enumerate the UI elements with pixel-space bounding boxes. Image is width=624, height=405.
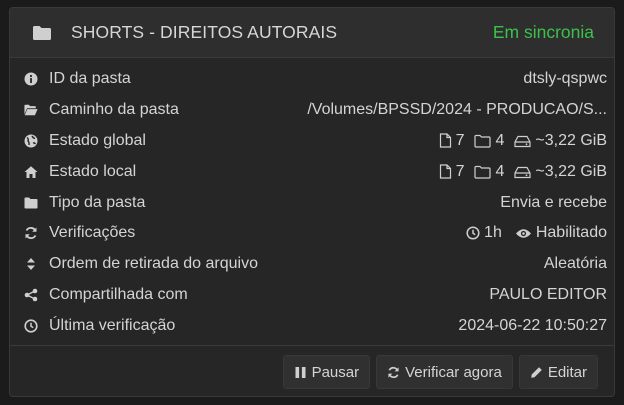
edit-button[interactable]: Editar bbox=[518, 355, 598, 389]
row-label: Última verificação bbox=[49, 316, 176, 334]
row-label: Estado global bbox=[49, 131, 146, 149]
row-global-state: Estado global 7 4 ~3,22 GiB bbox=[10, 126, 614, 157]
row-pull-order: Ordem de retirada do arquivo Aleatória bbox=[10, 249, 614, 280]
global-state-value: 7 4 ~3,22 GiB bbox=[439, 132, 607, 150]
folder-outline-icon bbox=[474, 134, 492, 148]
file-count-value: 7 bbox=[455, 131, 465, 149]
size-stat: ~3,22 GiB bbox=[514, 132, 607, 150]
file-icon bbox=[439, 133, 451, 149]
rescan-label: Verificar agora bbox=[405, 363, 502, 381]
eye-icon bbox=[515, 229, 531, 238]
pull-order-value: Aleatória bbox=[543, 255, 607, 273]
folder-id-value: dtsly-qspwc bbox=[523, 70, 607, 88]
rescan-button[interactable]: Verificar agora bbox=[376, 355, 513, 389]
globe-icon bbox=[24, 134, 38, 148]
pause-button[interactable]: Pausar bbox=[282, 355, 371, 389]
folder-icon bbox=[32, 25, 52, 41]
rescan-interval-value: 1h bbox=[484, 224, 502, 242]
folder-outline-icon bbox=[474, 165, 492, 179]
row-folder-path: Caminho da pasta /Volumes/BPSSD/2024 - P… bbox=[10, 95, 614, 126]
refresh-icon bbox=[24, 226, 38, 240]
dir-count: 4 bbox=[474, 163, 504, 181]
row-folder-id: ID da pasta dtsly-qspwc bbox=[10, 64, 614, 95]
watcher-status-value: Habilitado bbox=[535, 224, 607, 242]
file-count-value: 7 bbox=[455, 162, 465, 180]
info-icon bbox=[24, 72, 38, 86]
row-label: Ordem de retirada do arquivo bbox=[49, 255, 258, 273]
row-last-scan: Última verificação 2024-06-22 10:50:27 bbox=[10, 310, 614, 341]
share-icon bbox=[24, 288, 38, 302]
row-rescans: Verificações 1h Habilitado bbox=[10, 218, 614, 249]
folder-type-value: Envia e recebe bbox=[500, 193, 607, 211]
file-icon bbox=[439, 164, 451, 179]
clock-icon bbox=[24, 319, 38, 333]
folder-path-value: /Volumes/BPSSD/2024 - PRODUCAO/S... bbox=[307, 101, 607, 119]
sort-icon bbox=[24, 257, 38, 271]
folder-icon bbox=[24, 196, 38, 210]
row-label: ID da pasta bbox=[49, 70, 131, 88]
home-icon bbox=[24, 165, 38, 179]
pencil-icon bbox=[531, 366, 542, 378]
last-scan-value: 2024-06-22 10:50:27 bbox=[458, 316, 607, 334]
folder-title: SHORTS - DIREITOS AUTORAIS bbox=[71, 22, 338, 42]
refresh-icon bbox=[388, 366, 399, 378]
row-local-state: Estado local 7 4 ~3,22 GiB bbox=[10, 156, 614, 187]
file-count: 7 bbox=[439, 131, 465, 150]
folder-panel-header[interactable]: SHORTS - DIREITOS AUTORAIS Em sincronia bbox=[10, 8, 614, 58]
hdd-icon bbox=[514, 135, 531, 148]
folder-panel: SHORTS - DIREITOS AUTORAIS Em sincronia … bbox=[9, 7, 615, 397]
size-value: ~3,22 GiB bbox=[535, 162, 607, 180]
pause-icon bbox=[295, 366, 306, 378]
clock-icon bbox=[466, 226, 480, 240]
pause-label: Pausar bbox=[311, 363, 360, 381]
edit-label: Editar bbox=[547, 363, 587, 381]
dir-count-value: 4 bbox=[495, 131, 505, 149]
size-value: ~3,22 GiB bbox=[535, 131, 607, 149]
folder-open-icon bbox=[24, 103, 38, 117]
local-state-value: 7 4 ~3,22 GiB bbox=[439, 163, 607, 181]
row-label: Tipo da pasta bbox=[49, 193, 146, 211]
rescans-value: 1h Habilitado bbox=[466, 224, 607, 242]
row-folder-type: Tipo da pasta Envia e recebe bbox=[10, 187, 614, 218]
file-count: 7 bbox=[439, 162, 465, 181]
watcher-status: Habilitado bbox=[515, 224, 607, 242]
size-stat: ~3,22 GiB bbox=[514, 163, 607, 181]
dir-count-value: 4 bbox=[495, 162, 505, 180]
row-label: Compartilhada com bbox=[49, 285, 188, 303]
row-label: Estado local bbox=[49, 162, 137, 180]
dir-count: 4 bbox=[474, 132, 504, 150]
panel-footer: Pausar Verificar agora Editar bbox=[10, 345, 614, 396]
shared-with-value[interactable]: PAULO EDITOR bbox=[489, 286, 607, 304]
rescan-interval: 1h bbox=[466, 224, 502, 242]
hdd-icon bbox=[514, 166, 531, 178]
row-label: Caminho da pasta bbox=[49, 101, 179, 119]
row-label: Verificações bbox=[49, 224, 136, 242]
sync-status: Em sincronia bbox=[492, 22, 594, 42]
folder-info-list: ID da pasta dtsly-qspwc Caminho da pasta… bbox=[10, 58, 614, 341]
row-shared-with: Compartilhada com PAULO EDITOR bbox=[10, 280, 614, 311]
